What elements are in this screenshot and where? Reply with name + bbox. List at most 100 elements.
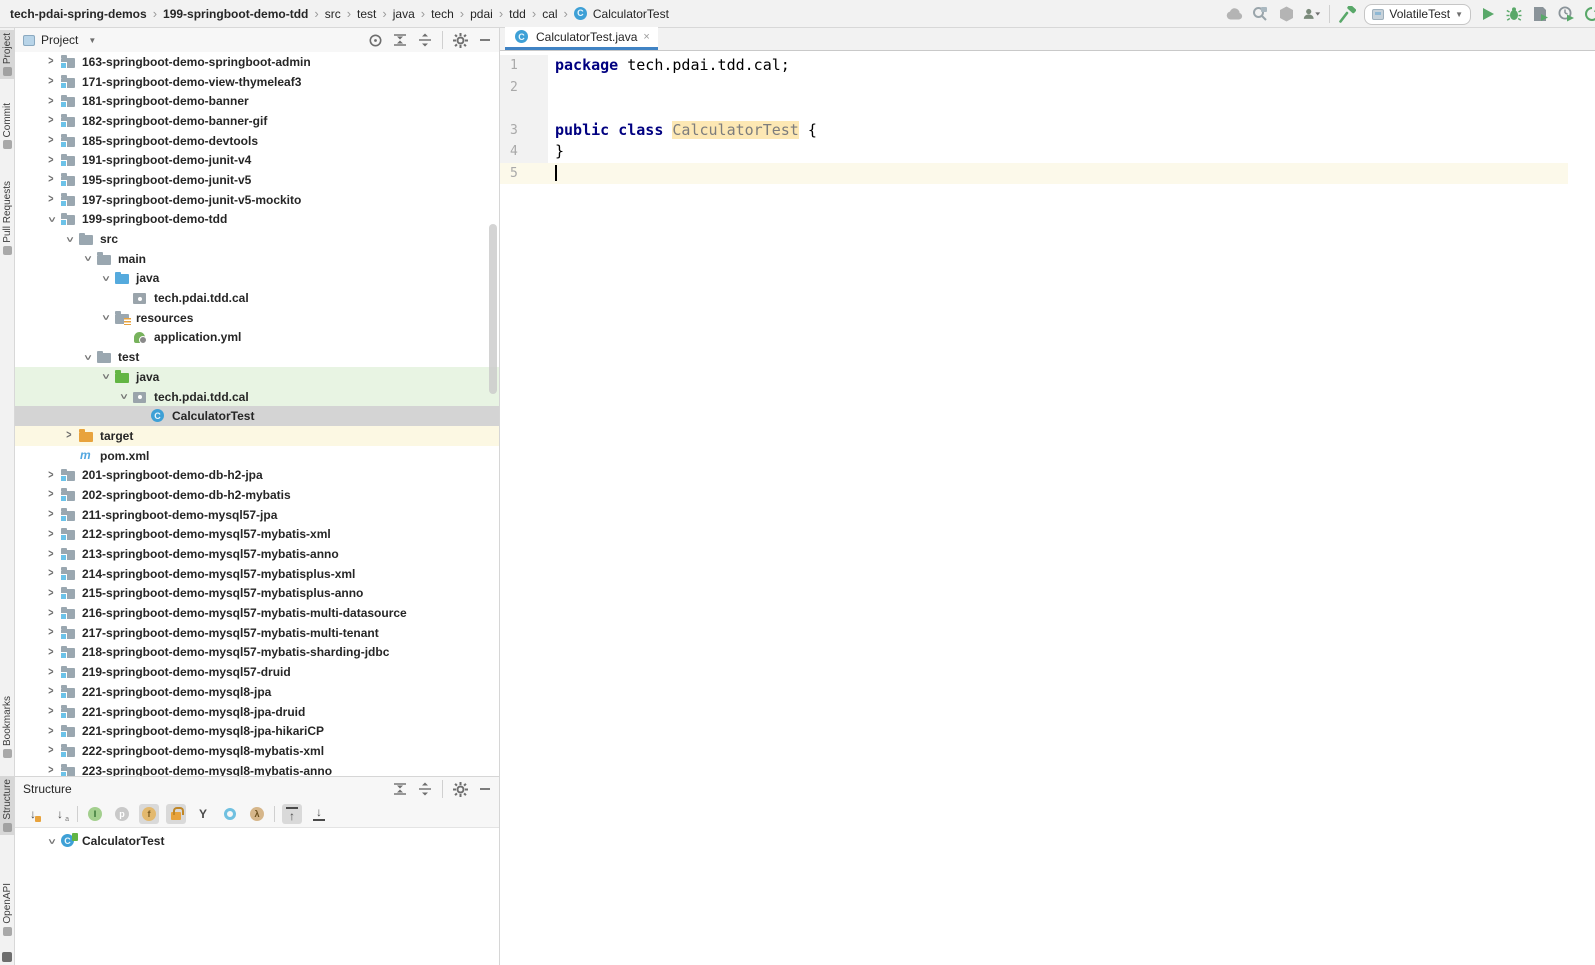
tree-row[interactable]: main <box>15 249 499 269</box>
chevron-collapsed-icon[interactable] <box>43 647 59 658</box>
show-lambdas-icon[interactable]: λ <box>247 804 267 824</box>
line-number-gutter[interactable]: 1 <box>500 55 548 77</box>
chevron-collapsed-icon[interactable] <box>43 56 59 67</box>
line-number-gutter[interactable]: 4 <box>500 141 548 163</box>
cloud-sync-icon[interactable] <box>1225 5 1243 23</box>
tree-row[interactable]: src <box>15 229 499 249</box>
tree-row[interactable]: 171-springboot-demo-view-thymeleaf3 <box>15 72 499 92</box>
tree-row[interactable]: 222-springboot-demo-mysql8-mybatis-xml <box>15 741 499 761</box>
tree-row[interactable]: 181-springboot-demo-banner <box>15 91 499 111</box>
profiler-button[interactable] <box>1557 5 1575 23</box>
code-line[interactable]: 2 <box>500 77 1568 99</box>
chevron-collapsed-icon[interactable] <box>43 509 59 520</box>
expand-all-icon[interactable] <box>392 781 408 797</box>
editor-area[interactable]: CalculatorTest.java 1package tech.pdai.t… <box>500 28 1595 965</box>
breadcrumb-item[interactable]: cal <box>540 7 559 21</box>
chevron-collapsed-icon[interactable] <box>43 470 59 481</box>
tree-row[interactable]: 191-springboot-demo-junit-v4 <box>15 150 499 170</box>
tree-row[interactable]: 214-springboot-demo-mysql57-mybatisplus-… <box>15 564 499 584</box>
chevron-collapsed-icon[interactable] <box>43 115 59 126</box>
chevron-collapsed-icon[interactable] <box>43 568 59 579</box>
project-scrollbar[interactable] <box>489 224 497 394</box>
chevron-collapsed-icon[interactable] <box>43 726 59 737</box>
code-line[interactable] <box>500 98 1568 120</box>
chevron-expanded-icon[interactable] <box>43 214 59 225</box>
tree-row[interactable]: java <box>15 367 499 387</box>
chevron-collapsed-icon[interactable] <box>43 686 59 697</box>
breadcrumb-item[interactable]: tech <box>429 7 456 21</box>
plugin-hexagon-icon[interactable] <box>1277 5 1295 23</box>
tree-row[interactable]: 202-springboot-demo-db-h2-mybatis <box>15 485 499 505</box>
sidebar-item-project[interactable]: Project <box>0 30 15 79</box>
user-account-icon[interactable] <box>1303 5 1321 23</box>
collapse-all-icon[interactable] <box>417 32 433 48</box>
breadcrumb-item[interactable]: pdai <box>468 7 495 21</box>
chevron-collapsed-icon[interactable] <box>43 96 59 107</box>
tree-row[interactable]: 195-springboot-demo-junit-v5 <box>15 170 499 190</box>
sidebar-item-bookmarks[interactable]: Bookmarks <box>0 693 15 761</box>
code-line[interactable]: 3public class CalculatorTest { <box>500 120 1568 142</box>
tree-row[interactable]: java <box>15 269 499 289</box>
tree-row[interactable]: test <box>15 347 499 367</box>
tab-calculatortest-java[interactable]: CalculatorTest.java <box>505 27 658 50</box>
breadcrumb-item[interactable]: tech-pdai-spring-demos <box>8 7 149 21</box>
chevron-expanded-icon[interactable] <box>61 234 77 245</box>
chevron-expanded-icon[interactable] <box>79 352 95 363</box>
show-non-public-icon[interactable] <box>166 804 186 824</box>
tree-row[interactable]: resources <box>15 308 499 328</box>
autoscroll-to-source-icon[interactable]: ↑ <box>282 804 302 824</box>
tree-row[interactable]: 185-springboot-demo-devtools <box>15 131 499 151</box>
tree-row[interactable]: 182-springboot-demo-banner-gif <box>15 111 499 131</box>
chevron-collapsed-icon[interactable] <box>43 174 59 185</box>
locate-file-icon[interactable] <box>367 32 383 48</box>
sidebar-item-structure[interactable]: Structure <box>0 776 15 835</box>
build-hammer-icon[interactable] <box>1338 5 1356 23</box>
breadcrumb-item[interactable]: 199-springboot-demo-tdd <box>161 7 310 21</box>
chevron-collapsed-icon[interactable] <box>43 155 59 166</box>
current-code-line[interactable]: 5 <box>500 163 1568 185</box>
hide-panel-icon[interactable] <box>477 32 493 48</box>
show-properties-icon[interactable]: p <box>112 804 132 824</box>
chevron-down-icon[interactable]: ▼ <box>88 36 96 45</box>
breadcrumb-item[interactable]: src <box>323 7 343 21</box>
line-number-gutter[interactable]: 3 <box>500 120 548 142</box>
code-line[interactable]: 4} <box>500 141 1568 163</box>
run-configuration-select[interactable]: VolatileTest ▼ <box>1364 4 1471 25</box>
chevron-collapsed-icon[interactable] <box>43 76 59 87</box>
breadcrumb-item[interactable]: test <box>355 7 378 21</box>
tree-row[interactable]: CalculatorTest <box>15 406 499 426</box>
group-methods-icon[interactable]: Y <box>193 804 213 824</box>
tree-row[interactable]: 213-springboot-demo-mysql57-mybatis-anno <box>15 544 499 564</box>
show-anonymous-classes-icon[interactable] <box>220 804 240 824</box>
gear-icon[interactable] <box>452 781 468 797</box>
chevron-collapsed-icon[interactable] <box>43 588 59 599</box>
tree-row[interactable]: 199-springboot-demo-tdd <box>15 210 499 230</box>
chevron-expanded-icon[interactable] <box>97 312 113 323</box>
tree-row[interactable]: target <box>15 426 499 446</box>
clipped-toolbar-icon[interactable] <box>1583 5 1595 23</box>
tree-row[interactable]: tech.pdai.tdd.cal <box>15 288 499 308</box>
chevron-expanded-icon[interactable] <box>97 273 113 284</box>
line-number-gutter[interactable] <box>500 98 548 120</box>
tree-row[interactable]: 163-springboot-demo-springboot-admin <box>15 52 499 72</box>
tree-row[interactable]: tech.pdai.tdd.cal <box>15 387 499 407</box>
tree-row[interactable]: 221-springboot-demo-mysql8-jpa-druid <box>15 702 499 722</box>
sidebar-item-pull-requests[interactable]: Pull Requests <box>0 178 15 258</box>
code-editor[interactable]: 1package tech.pdai.tdd.cal;23public clas… <box>500 51 1595 965</box>
close-icon[interactable] <box>643 31 649 43</box>
chevron-collapsed-icon[interactable] <box>43 549 59 560</box>
line-number-gutter[interactable]: 2 <box>500 77 548 99</box>
show-inherited-icon[interactable]: I <box>85 804 105 824</box>
run-button[interactable] <box>1479 5 1497 23</box>
breadcrumb-item[interactable]: CalculatorTest <box>591 7 671 21</box>
expand-all-icon[interactable] <box>392 32 408 48</box>
tree-row[interactable]: 217-springboot-demo-mysql57-mybatis-mult… <box>15 623 499 643</box>
chevron-collapsed-icon[interactable] <box>43 765 59 776</box>
chevron-expanded-icon[interactable] <box>97 371 113 382</box>
show-fields-icon[interactable]: f <box>139 804 159 824</box>
tree-row[interactable]: 201-springboot-demo-db-h2-jpa <box>15 465 499 485</box>
sort-by-visibility-icon[interactable]: ↓ <box>23 804 43 824</box>
chevron-collapsed-icon[interactable] <box>43 627 59 638</box>
chevron-expanded-icon[interactable] <box>79 253 95 264</box>
tree-row[interactable]: 211-springboot-demo-mysql57-jpa <box>15 505 499 525</box>
